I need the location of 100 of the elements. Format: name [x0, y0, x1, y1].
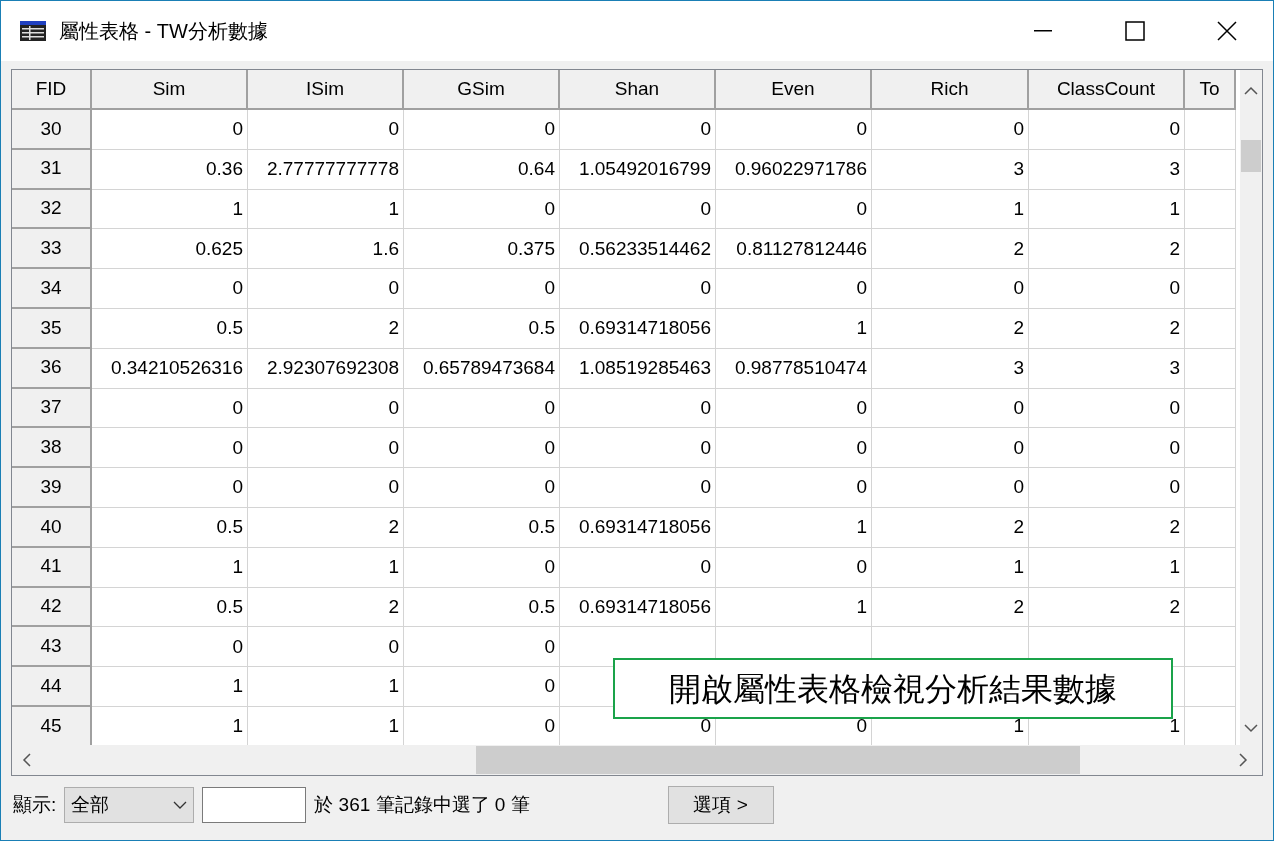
row-header[interactable]: 30 — [12, 110, 92, 150]
row-header[interactable]: 34 — [12, 269, 92, 309]
table-cell: 2.77777777778 — [248, 149, 404, 190]
table-cell: 0 — [248, 627, 404, 668]
table-cell: 0 — [92, 388, 248, 429]
table-cell: 0 — [1029, 428, 1185, 469]
row-header[interactable]: 39 — [12, 468, 92, 508]
table-cell: 1.08519285463 — [560, 348, 716, 389]
row-header[interactable]: 37 — [12, 388, 92, 429]
table-cell: 0 — [1029, 468, 1185, 508]
table-cell: 1 — [248, 189, 404, 230]
table-cell: 1 — [716, 587, 872, 628]
table-cell: 0 — [404, 627, 560, 668]
options-button[interactable]: 選項 > — [667, 786, 774, 824]
table-cell: 0 — [92, 110, 248, 150]
column-header[interactable]: ClassCount — [1029, 70, 1185, 110]
table-cell: 0 — [560, 110, 716, 150]
table-cell: 0 — [248, 388, 404, 429]
row-header[interactable]: 38 — [12, 428, 92, 469]
column-header[interactable]: To — [1185, 70, 1236, 110]
empty-cell — [1185, 468, 1236, 508]
row-header[interactable]: 43 — [12, 627, 92, 668]
column-header[interactable]: Sim — [92, 70, 248, 110]
empty-cell — [1185, 149, 1236, 190]
row-header[interactable]: 32 — [12, 189, 92, 230]
table-cell: 0 — [404, 667, 560, 707]
empty-cell — [1185, 309, 1236, 349]
table-cell: 0 — [404, 428, 560, 469]
table-cell: 0 — [92, 468, 248, 508]
column-header[interactable]: Rich — [872, 70, 1029, 110]
table-cell: 1 — [248, 667, 404, 707]
empty-cell — [1185, 229, 1236, 270]
table-cell: 2 — [1029, 587, 1185, 628]
table-cell: 2 — [872, 587, 1029, 628]
table-cell: 0 — [248, 269, 404, 309]
scroll-down-icon — [1244, 724, 1258, 733]
row-header[interactable]: 42 — [12, 587, 92, 628]
empty-cell — [1185, 348, 1236, 389]
window-title: 屬性表格 - TW分析數據 — [59, 19, 268, 44]
table-cell: 1 — [248, 547, 404, 588]
table-cell: 0 — [560, 269, 716, 309]
table-cell: 0 — [1029, 388, 1185, 429]
table-cell: 0 — [560, 428, 716, 469]
row-header[interactable]: 31 — [12, 149, 92, 190]
column-header[interactable]: GSim — [404, 70, 560, 110]
input-field[interactable] — [202, 787, 307, 823]
table-cell: 0 — [404, 547, 560, 588]
row-header[interactable]: 33 — [12, 229, 92, 270]
row-header[interactable]: 44 — [12, 667, 92, 707]
table-cell: 0 — [716, 110, 872, 150]
table-cell: 0 — [872, 468, 1029, 508]
table-cell: 3 — [872, 149, 1029, 190]
column-header[interactable]: Even — [716, 70, 872, 110]
table-cell: 0 — [248, 110, 404, 150]
table-cell: 0.56233514462 — [560, 229, 716, 270]
callout-box: 開啟屬性表格檢視分析結果數據 — [613, 658, 1173, 719]
table-cell: 0 — [404, 468, 560, 508]
table-cell: 1 — [872, 547, 1029, 588]
column-header[interactable]: ISim — [248, 70, 404, 110]
table-cell: 0 — [716, 547, 872, 588]
table-cell: 0 — [1029, 269, 1185, 309]
table-cell: 0 — [872, 388, 1029, 429]
table-cell: 3 — [1029, 149, 1185, 190]
row-header[interactable]: 41 — [12, 547, 92, 588]
close-icon — [1217, 21, 1237, 41]
table-cell: 2 — [248, 587, 404, 628]
table-cell: 0.375 — [404, 229, 560, 270]
empty-cell — [1185, 587, 1236, 628]
table-cell: 0 — [716, 468, 872, 508]
row-header[interactable]: 35 — [12, 309, 92, 349]
table-cell: 2 — [872, 309, 1029, 349]
table-cell: 0 — [560, 547, 716, 588]
table-cell: 1 — [92, 667, 248, 707]
maximize-icon — [1125, 21, 1145, 41]
column-header[interactable]: FID — [12, 70, 92, 110]
table-cell: 0.5 — [92, 507, 248, 548]
table-cell: 0 — [716, 428, 872, 469]
table-cell: 0.625 — [92, 229, 248, 270]
record-status: 於 361 筆記錄中選了 0 筆 — [314, 792, 530, 817]
row-header[interactable]: 36 — [12, 348, 92, 389]
column-header[interactable]: Shan — [560, 70, 716, 110]
table-cell: 2 — [1029, 507, 1185, 548]
table-cell: 1.6 — [248, 229, 404, 270]
scroll-thumb[interactable] — [1241, 140, 1261, 172]
table-cell: 0 — [404, 269, 560, 309]
table-cell: 2.92307692308 — [248, 348, 404, 389]
row-header[interactable]: 40 — [12, 507, 92, 548]
scroll-thumb[interactable] — [476, 746, 1080, 774]
table-cell: 2 — [248, 507, 404, 548]
table-cell: 3 — [872, 348, 1029, 389]
table-cell: 1 — [1029, 547, 1185, 588]
table-cell: 2 — [872, 229, 1029, 270]
table-cell: 0.34210526316 — [92, 348, 248, 389]
table-cell: 0 — [248, 428, 404, 469]
table-cell: 0 — [248, 468, 404, 508]
empty-cell — [1185, 388, 1236, 429]
table-cell: 0 — [716, 189, 872, 230]
row-header[interactable]: 45 — [12, 706, 92, 745]
filter-dropdown[interactable]: 全部 — [64, 787, 195, 823]
table-cell: 0 — [560, 189, 716, 230]
